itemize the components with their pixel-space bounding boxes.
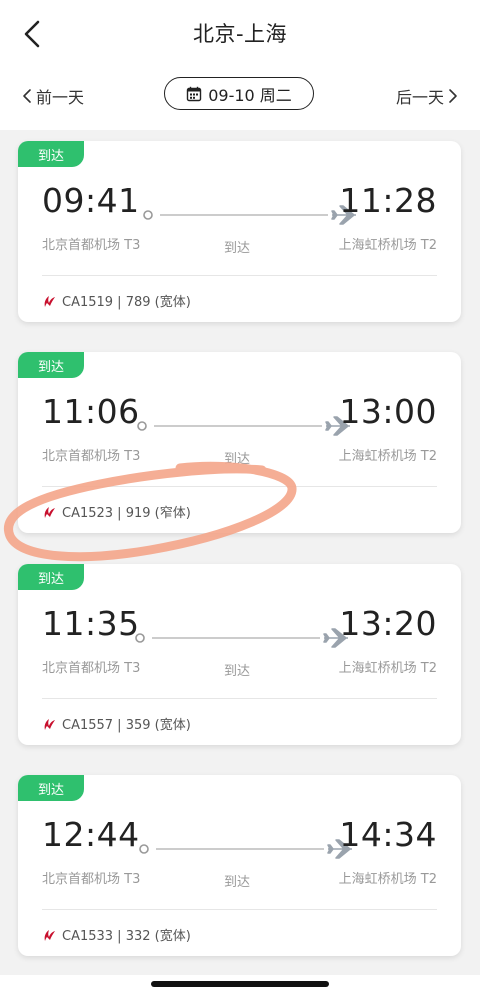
flight-info-row: CA1523 | 919 (窄体) <box>42 502 191 521</box>
departure-time: 12:44 <box>42 815 140 854</box>
chevron-right-icon <box>449 89 457 103</box>
route-line <box>136 416 356 436</box>
next-day-button[interactable]: 后一天 <box>396 84 458 108</box>
departure-airport: 北京首都机场 T3 <box>42 661 141 676</box>
arrival-time: 11:28 <box>339 181 437 220</box>
divider <box>42 909 437 910</box>
calendar-icon <box>187 86 202 101</box>
flight-status-text: 到达 <box>224 664 251 679</box>
divider <box>42 275 437 276</box>
arrival-time: 13:00 <box>339 392 437 431</box>
home-indicator[interactable] <box>151 981 329 987</box>
status-badge: 到达 <box>18 141 84 167</box>
flight-info: CA1533 | 332 (宽体) <box>62 929 191 944</box>
departure-time: 11:35 <box>42 604 140 643</box>
flight-card[interactable]: 到达 11:35 13:20 北京首都机场 T3 到达 上海虹桥机场 T2 CA… <box>18 564 461 745</box>
flight-status-text: 到达 <box>224 452 251 467</box>
next-day-label: 后一天 <box>395 88 444 107</box>
air-china-logo-icon <box>44 506 55 518</box>
status-badge: 到达 <box>18 775 84 801</box>
prev-day-button[interactable]: 前一天 <box>22 84 84 108</box>
arrival-time: 13:20 <box>339 604 437 643</box>
flight-card[interactable]: 到达 11:06 13:00 北京首都机场 T3 到达 上海虹桥机场 T2 CA… <box>18 352 461 533</box>
route-line <box>142 205 362 225</box>
arrival-airport: 上海虹桥机场 T2 <box>338 449 437 464</box>
arrival-time: 14:34 <box>339 815 437 854</box>
divider <box>42 486 437 487</box>
flight-card[interactable]: 到达 09:41 11:28 北京首都机场 T3 到达 上海虹桥机场 T2 CA… <box>18 141 461 322</box>
flight-info: CA1523 | 919 (窄体) <box>62 506 191 521</box>
air-china-logo-icon <box>44 718 55 730</box>
arrival-airport: 上海虹桥机场 T2 <box>338 238 437 253</box>
air-china-logo-icon <box>44 929 55 941</box>
arrival-airport: 上海虹桥机场 T2 <box>338 661 437 676</box>
flight-info-row: CA1533 | 332 (宽体) <box>42 925 191 944</box>
date-picker-button[interactable]: 09-10 周二 <box>164 77 314 110</box>
status-badge: 到达 <box>18 352 84 378</box>
date-label: 09-10 周二 <box>208 85 292 105</box>
flight-card[interactable]: 到达 12:44 14:34 北京首都机场 T3 到达 上海虹桥机场 T2 CA… <box>18 775 461 956</box>
departure-airport: 北京首都机场 T3 <box>42 238 141 253</box>
page-title: 北京-上海 <box>192 22 288 46</box>
departure-time: 09:41 <box>42 181 140 220</box>
departure-airport: 北京首都机场 T3 <box>42 872 141 887</box>
flight-info-row: CA1519 | 789 (宽体) <box>42 291 191 310</box>
chevron-left-icon <box>23 89 31 103</box>
flight-info-row: CA1557 | 359 (宽体) <box>42 714 191 733</box>
route-line <box>134 628 354 648</box>
header-bar: 北京-上海 前一天 09-10 周二 后一天 <box>0 0 480 130</box>
flight-status-text: 到达 <box>224 875 251 890</box>
air-china-logo-icon <box>44 295 55 307</box>
arrival-airport: 上海虹桥机场 T2 <box>338 872 437 887</box>
departure-time: 11:06 <box>42 392 140 431</box>
departure-airport: 北京首都机场 T3 <box>42 449 141 464</box>
flight-info: CA1519 | 789 (宽体) <box>62 295 191 310</box>
flight-info: CA1557 | 359 (宽体) <box>62 718 191 733</box>
status-badge: 到达 <box>18 564 84 590</box>
prev-day-label: 前一天 <box>36 88 85 107</box>
divider <box>42 698 437 699</box>
route-line <box>138 839 358 859</box>
flight-status-text: 到达 <box>224 241 251 256</box>
